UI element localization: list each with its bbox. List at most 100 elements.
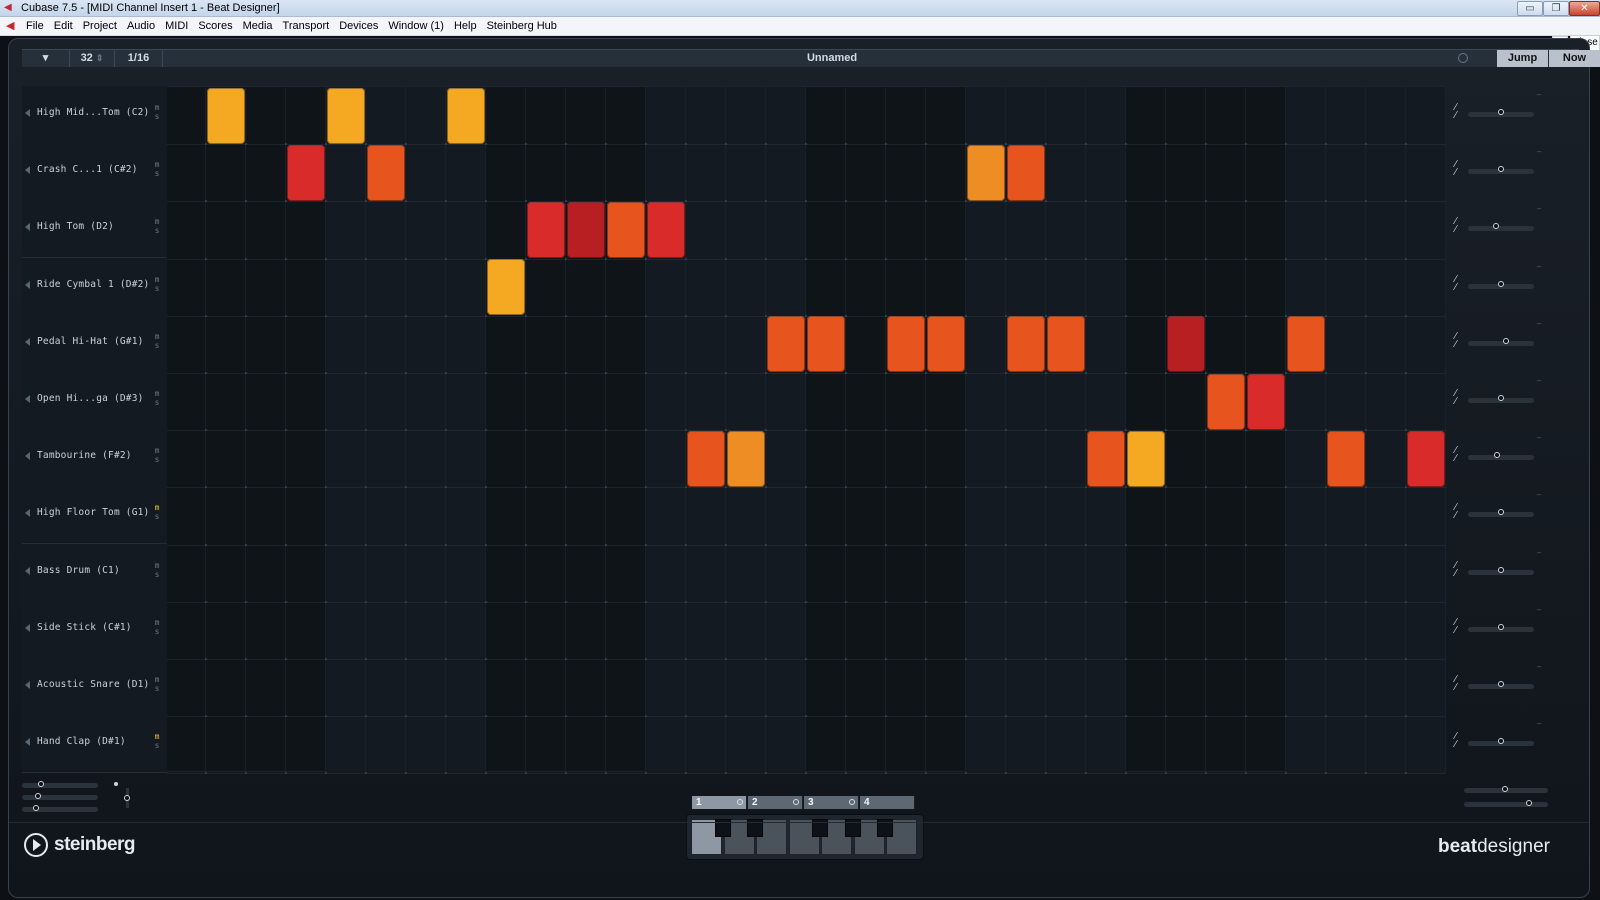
lane-instrument-name[interactable]: Ride Cymbal 1 (D#2): [37, 279, 149, 290]
swing-toggle-icon[interactable]: ⁄ ⁄: [1455, 503, 1457, 521]
mute-button[interactable]: m: [152, 503, 162, 512]
swing-slider-knob[interactable]: [1498, 395, 1504, 401]
bar-tab[interactable]: 3: [804, 796, 859, 809]
swing-toggle-icon[interactable]: ⁄ ⁄: [1455, 160, 1457, 178]
lane-header[interactable]: High Floor Tom (G1) m s: [22, 486, 167, 545]
menu-file[interactable]: File: [26, 20, 44, 32]
menu-project[interactable]: Project: [83, 20, 117, 32]
global-swing-slider-2[interactable]: [1464, 800, 1548, 807]
global-slider-2-knob[interactable]: [35, 793, 41, 799]
solo-button[interactable]: s: [152, 341, 162, 350]
swing-slider[interactable]: [1468, 623, 1534, 632]
maximize-button[interactable]: ❐: [1543, 1, 1569, 16]
link-circle-icon[interactable]: [1458, 53, 1468, 63]
global-swing-slider-2-knob[interactable]: [1526, 800, 1532, 806]
cubase-menu-icon[interactable]: ◀: [6, 20, 14, 32]
minimize-button[interactable]: ▭: [1517, 1, 1543, 16]
lane-header[interactable]: Bass Drum (C1) m s: [22, 543, 167, 602]
lane-play-icon[interactable]: [25, 223, 30, 232]
global-slider-1-knob[interactable]: [38, 781, 44, 787]
swing-toggle-icon[interactable]: ⁄ ⁄: [1455, 617, 1457, 635]
steps-count-field[interactable]: 32 ⇕: [70, 50, 115, 67]
jump-button[interactable]: Jump: [1497, 50, 1548, 67]
menu-transport[interactable]: Transport: [283, 20, 330, 32]
swing-slider[interactable]: [1468, 509, 1534, 518]
global-vertical-slider-knob[interactable]: [124, 795, 130, 801]
solo-button[interactable]: s: [152, 684, 162, 693]
solo-button[interactable]: s: [152, 741, 162, 750]
lane-header[interactable]: Side Stick (C#1) m s: [22, 600, 167, 659]
bar-tab[interactable]: 1: [692, 796, 747, 809]
lane-play-icon[interactable]: [25, 738, 30, 747]
bar-link-icon[interactable]: [849, 799, 855, 805]
menu-midi[interactable]: MIDI: [165, 20, 188, 32]
resolution-field[interactable]: 1/16: [115, 50, 163, 67]
menu-edit[interactable]: Edit: [54, 20, 73, 32]
lane-header[interactable]: Ride Cymbal 1 (D#2) m s: [22, 257, 167, 316]
mute-button[interactable]: m: [152, 160, 162, 169]
solo-button[interactable]: s: [152, 226, 162, 235]
lane-instrument-name[interactable]: Acoustic Snare (D1): [37, 679, 149, 690]
mute-button[interactable]: m: [152, 103, 162, 112]
lane-play-icon[interactable]: [25, 166, 30, 175]
solo-button[interactable]: s: [152, 455, 162, 464]
global-slider-3-knob[interactable]: [33, 805, 39, 811]
swing-slider[interactable]: [1468, 395, 1534, 403]
lane-instrument-name[interactable]: Pedal Hi-Hat (G#1): [37, 336, 144, 347]
solo-button[interactable]: s: [152, 512, 162, 521]
solo-button[interactable]: s: [152, 398, 162, 407]
lane-header[interactable]: Open Hi...ga (D#3) m s: [22, 372, 167, 430]
swing-slider-knob[interactable]: [1498, 566, 1504, 573]
lane-instrument-name[interactable]: Side Stick (C#1): [37, 622, 132, 633]
mute-button[interactable]: m: [152, 446, 162, 455]
pattern-menu-dropdown[interactable]: ▾: [22, 50, 70, 67]
swing-toggle-icon[interactable]: ⁄ ⁄: [1455, 675, 1457, 693]
lane-header[interactable]: Crash C...1 (C#2) m s: [22, 143, 167, 202]
swing-slider[interactable]: [1468, 681, 1534, 689]
swing-slider[interactable]: [1468, 566, 1534, 575]
global-slider-1[interactable]: [22, 781, 98, 788]
mute-button[interactable]: m: [152, 275, 162, 284]
swing-slider[interactable]: [1468, 166, 1534, 175]
swing-toggle-icon[interactable]: ⁄ ⁄: [1455, 560, 1457, 578]
lane-header[interactable]: High Tom (D2) m s: [22, 200, 167, 259]
now-button[interactable]: Now: [1549, 50, 1600, 67]
swing-toggle-icon[interactable]: ⁄ ⁄: [1455, 446, 1457, 464]
swing-slider-knob[interactable]: [1498, 166, 1504, 173]
lane-play-icon[interactable]: [25, 337, 30, 346]
lane-instrument-name[interactable]: High Tom (D2): [37, 221, 114, 232]
lane-play-icon[interactable]: [25, 452, 30, 461]
bar-tab[interactable]: 4: [860, 796, 915, 809]
swing-toggle-icon[interactable]: ⁄ ⁄: [1455, 274, 1457, 292]
lane-play-icon[interactable]: [25, 109, 30, 117]
bar-link-icon[interactable]: [793, 799, 799, 805]
swing-slider[interactable]: [1468, 738, 1534, 747]
swing-toggle-icon[interactable]: ⁄ ⁄: [1455, 389, 1457, 407]
swing-slider-knob[interactable]: [1498, 509, 1504, 516]
lane-instrument-name[interactable]: Open Hi...ga (D#3): [37, 393, 144, 404]
swing-slider[interactable]: [1468, 280, 1534, 289]
menu-steinberg-hub[interactable]: Steinberg Hub: [487, 20, 557, 32]
bar-link-icon[interactable]: [737, 799, 743, 805]
mute-button[interactable]: m: [152, 732, 162, 741]
swing-toggle-icon[interactable]: ⁄ ⁄: [1455, 732, 1457, 750]
global-swing-slider-1[interactable]: [1464, 786, 1548, 793]
lane-header[interactable]: Tambourine (F#2) m s: [22, 429, 167, 488]
swing-slider-knob[interactable]: [1498, 280, 1504, 287]
lane-play-icon[interactable]: [25, 566, 30, 575]
swing-slider-knob[interactable]: [1493, 223, 1499, 230]
menu-audio[interactable]: Audio: [127, 20, 155, 32]
mute-button[interactable]: m: [152, 217, 162, 226]
solo-button[interactable]: s: [152, 570, 162, 579]
lane-instrument-name[interactable]: Crash C...1 (C#2): [37, 164, 138, 175]
swing-slider[interactable]: [1468, 337, 1534, 346]
swing-slider-knob[interactable]: [1498, 681, 1504, 687]
lane-instrument-name[interactable]: Bass Drum (C1): [37, 565, 120, 576]
mute-button[interactable]: m: [152, 618, 162, 627]
lane-header[interactable]: Hand Clap (D#1) m s: [22, 715, 167, 774]
solo-button[interactable]: s: [152, 627, 162, 636]
solo-button[interactable]: s: [152, 169, 162, 178]
lane-instrument-name[interactable]: High Mid...Tom (C2): [37, 107, 149, 118]
lane-header[interactable]: High Mid...Tom (C2) m s: [22, 86, 167, 144]
swing-slider[interactable]: [1468, 109, 1534, 117]
